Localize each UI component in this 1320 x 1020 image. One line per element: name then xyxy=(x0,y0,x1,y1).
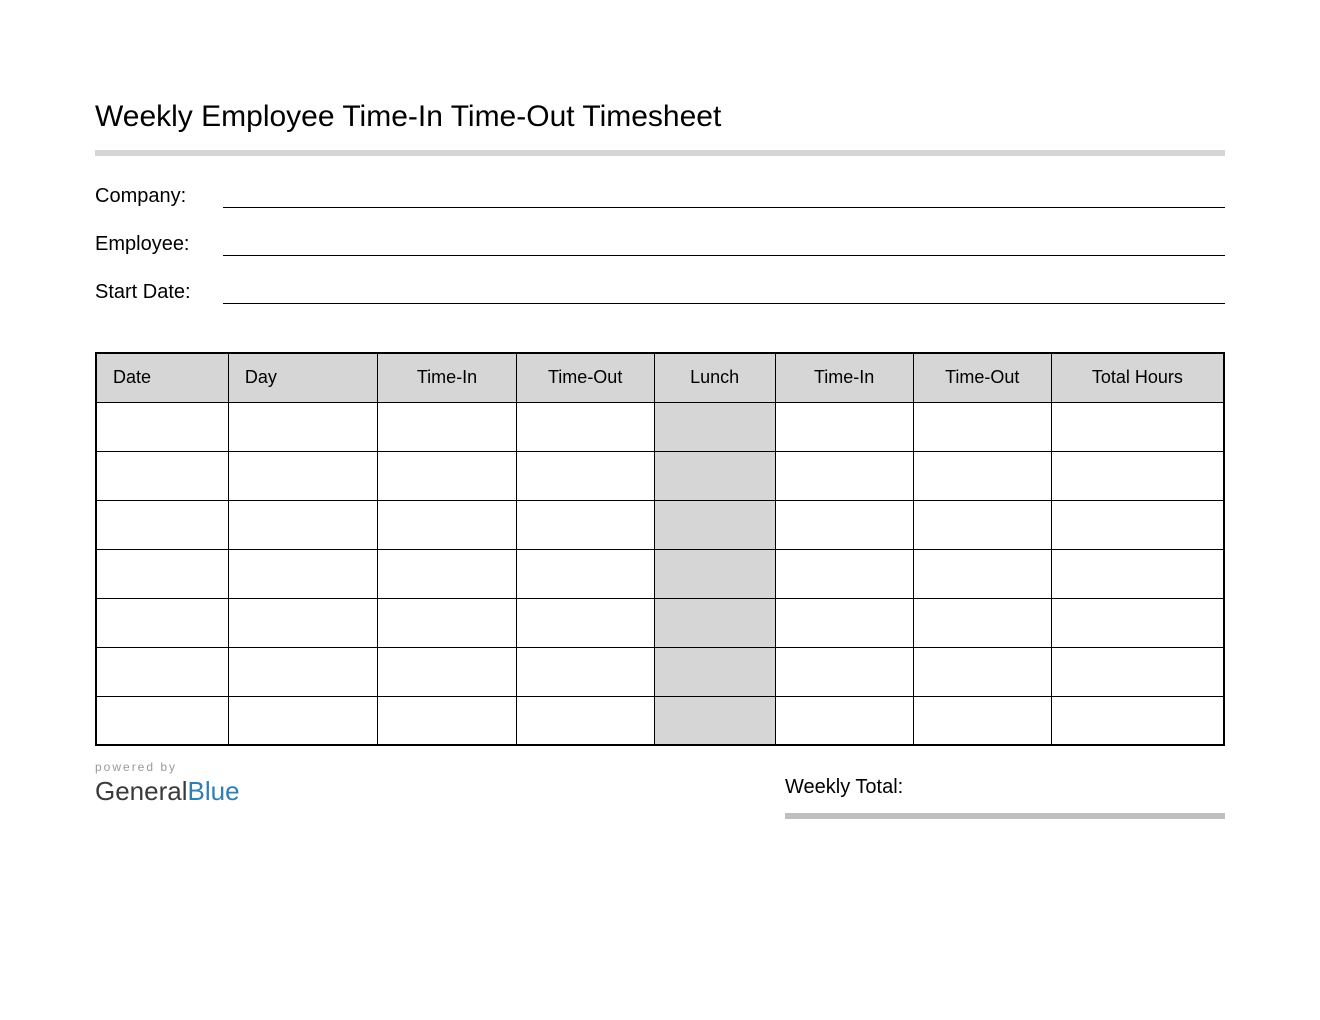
powered-by-label: powered by xyxy=(95,760,240,774)
cell-total-hours[interactable] xyxy=(1051,500,1224,549)
cell-time-in-1[interactable] xyxy=(378,598,516,647)
cell-date[interactable] xyxy=(96,598,228,647)
cell-total-hours[interactable] xyxy=(1051,696,1224,745)
cell-lunch[interactable] xyxy=(654,598,775,647)
timesheet-table: Date Day Time-In Time-Out Lunch Time-In … xyxy=(95,352,1225,746)
cell-time-in-1[interactable] xyxy=(378,696,516,745)
cell-total-hours[interactable] xyxy=(1051,451,1224,500)
cell-date[interactable] xyxy=(96,451,228,500)
employee-row: Employee: xyxy=(95,232,1225,256)
cell-time-out-2[interactable] xyxy=(913,549,1051,598)
cell-time-out-2[interactable] xyxy=(913,598,1051,647)
cell-date[interactable] xyxy=(96,500,228,549)
logo-blue: Blue xyxy=(188,776,240,806)
cell-time-in-2[interactable] xyxy=(775,696,913,745)
cell-time-out-2[interactable] xyxy=(913,500,1051,549)
cell-day[interactable] xyxy=(228,696,378,745)
cell-lunch[interactable] xyxy=(654,500,775,549)
cell-time-in-1[interactable] xyxy=(378,451,516,500)
cell-day[interactable] xyxy=(228,598,378,647)
cell-time-out-1[interactable] xyxy=(516,696,654,745)
cell-lunch[interactable] xyxy=(654,451,775,500)
cell-day[interactable] xyxy=(228,500,378,549)
company-row: Company: xyxy=(95,184,1225,208)
cell-time-out-1[interactable] xyxy=(516,549,654,598)
cell-time-out-2[interactable] xyxy=(913,696,1051,745)
weekly-total-divider xyxy=(785,813,1225,819)
logo-general: General xyxy=(95,776,188,806)
table-row xyxy=(96,598,1224,647)
cell-day[interactable] xyxy=(228,549,378,598)
header-time-out-2: Time-Out xyxy=(913,353,1051,402)
cell-lunch[interactable] xyxy=(654,647,775,696)
cell-time-in-2[interactable] xyxy=(775,451,913,500)
header-time-in-2: Time-In xyxy=(775,353,913,402)
cell-lunch[interactable] xyxy=(654,696,775,745)
weekly-total-field[interactable] xyxy=(911,779,1225,799)
cell-time-in-2[interactable] xyxy=(775,598,913,647)
cell-day[interactable] xyxy=(228,647,378,696)
cell-day[interactable] xyxy=(228,451,378,500)
logo-block: powered by GeneralBlue xyxy=(95,758,240,807)
employee-field[interactable] xyxy=(223,232,1225,256)
cell-time-in-2[interactable] xyxy=(775,500,913,549)
header-day: Day xyxy=(228,353,378,402)
cell-time-in-2[interactable] xyxy=(775,402,913,451)
cell-time-in-1[interactable] xyxy=(378,647,516,696)
logo-text: GeneralBlue xyxy=(95,776,240,807)
cell-time-out-1[interactable] xyxy=(516,500,654,549)
cell-time-in-1[interactable] xyxy=(378,402,516,451)
cell-time-out-1[interactable] xyxy=(516,598,654,647)
cell-time-in-2[interactable] xyxy=(775,549,913,598)
cell-time-out-1[interactable] xyxy=(516,451,654,500)
header-total-hours: Total Hours xyxy=(1051,353,1224,402)
table-row xyxy=(96,500,1224,549)
table-header-row: Date Day Time-In Time-Out Lunch Time-In … xyxy=(96,353,1224,402)
start-date-field[interactable] xyxy=(223,280,1225,304)
cell-lunch[interactable] xyxy=(654,402,775,451)
page-title: Weekly Employee Time-In Time-Out Timeshe… xyxy=(95,100,1225,134)
cell-lunch[interactable] xyxy=(654,549,775,598)
cell-day[interactable] xyxy=(228,402,378,451)
start-date-row: Start Date: xyxy=(95,280,1225,304)
cell-total-hours[interactable] xyxy=(1051,647,1224,696)
table-row xyxy=(96,647,1224,696)
header-lunch: Lunch xyxy=(654,353,775,402)
cell-total-hours[interactable] xyxy=(1051,402,1224,451)
table-row xyxy=(96,696,1224,745)
table-row xyxy=(96,451,1224,500)
cell-total-hours[interactable] xyxy=(1051,549,1224,598)
weekly-total-label: Weekly Total: xyxy=(785,758,903,799)
cell-date[interactable] xyxy=(96,402,228,451)
company-field[interactable] xyxy=(223,184,1225,208)
header-date: Date xyxy=(96,353,228,402)
header-time-in-1: Time-In xyxy=(378,353,516,402)
weekly-total-block: Weekly Total: xyxy=(785,758,1225,819)
table-row xyxy=(96,549,1224,598)
company-label: Company: xyxy=(95,185,223,208)
cell-date[interactable] xyxy=(96,647,228,696)
cell-date[interactable] xyxy=(96,549,228,598)
cell-time-out-2[interactable] xyxy=(913,451,1051,500)
cell-time-out-2[interactable] xyxy=(913,402,1051,451)
cell-total-hours[interactable] xyxy=(1051,598,1224,647)
header-time-out-1: Time-Out xyxy=(516,353,654,402)
employee-label: Employee: xyxy=(95,233,223,256)
table-row xyxy=(96,402,1224,451)
cell-time-in-1[interactable] xyxy=(378,549,516,598)
cell-time-out-2[interactable] xyxy=(913,647,1051,696)
cell-time-out-1[interactable] xyxy=(516,402,654,451)
cell-time-in-1[interactable] xyxy=(378,500,516,549)
start-date-label: Start Date: xyxy=(95,281,223,304)
cell-time-in-2[interactable] xyxy=(775,647,913,696)
cell-time-out-1[interactable] xyxy=(516,647,654,696)
cell-date[interactable] xyxy=(96,696,228,745)
title-divider xyxy=(95,150,1225,156)
